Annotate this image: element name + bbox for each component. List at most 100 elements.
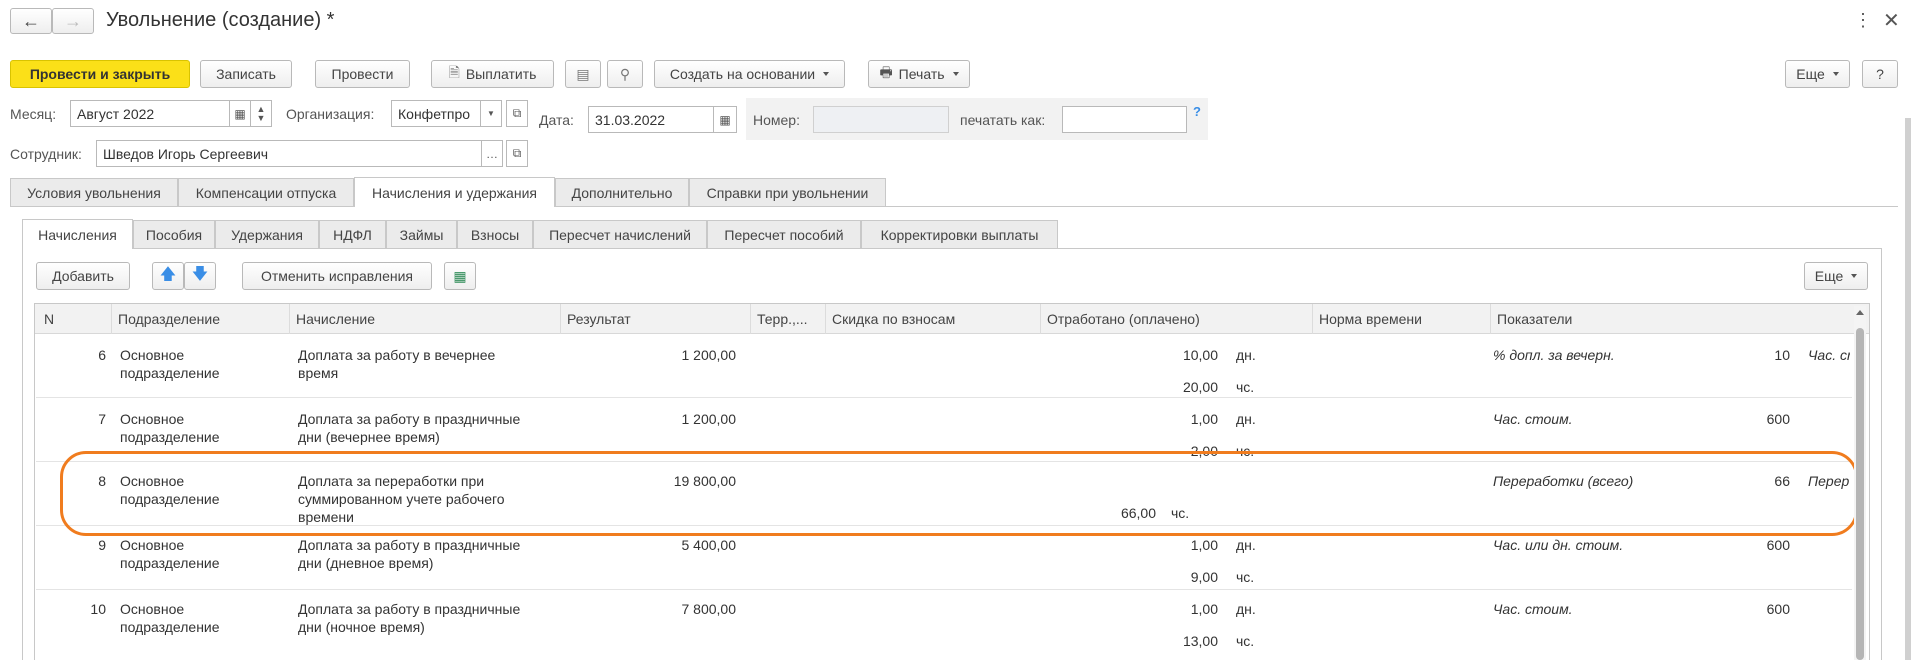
tab-dismissal-certificates[interactable]: Справки при увольнении [689, 178, 886, 206]
add-button[interactable]: Добавить [36, 262, 130, 290]
scroll-up-icon[interactable] [1856, 310, 1864, 315]
number-field[interactable] [813, 106, 949, 133]
date-calendar-button[interactable]: ▦ [713, 106, 737, 133]
col-department[interactable]: Подразделение [112, 304, 290, 334]
table-settings-button[interactable]: ▦ [444, 262, 476, 290]
org-label: Организация: [286, 106, 375, 122]
kebab-menu-icon[interactable]: ⋮ [1854, 10, 1872, 31]
table-row[interactable]: 10 Основное подразделение Доплата за раб… [36, 590, 1852, 660]
move-down-button[interactable]: 🡇 [184, 262, 216, 290]
subtab-recalc-benefits[interactable]: Пересчет пособий [707, 220, 861, 248]
col-worked[interactable]: Отработано (оплачено) [1041, 304, 1313, 334]
org-dropdown-button[interactable]: ▼ [480, 100, 502, 127]
more-button[interactable]: Еще [1785, 60, 1850, 88]
row-indicator: Час. или дн. стоим. [1493, 537, 1624, 553]
subtab-payment-corrections[interactable]: Корректировки выплаты [861, 220, 1058, 248]
subtab-benefits[interactable]: Пособия [133, 220, 215, 248]
subtab-loans[interactable]: Займы [386, 220, 457, 248]
pay-button[interactable]: 🗎 Выплатить [431, 60, 554, 88]
calendar-icon: ▦ [719, 112, 731, 127]
row-unit: чс. [1236, 633, 1255, 649]
arrow-down-icon: 🡇 [191, 265, 209, 283]
row-result: 5 400,00 [681, 537, 737, 553]
employee-open-button[interactable]: ⧉ [506, 140, 528, 167]
post-close-button[interactable]: Провести и закрыть [10, 60, 190, 88]
help-mark[interactable]: ? [1193, 104, 1201, 119]
post-button[interactable]: Провести [315, 60, 410, 88]
employee-field[interactable]: Шведов Игорь Сергеевич [96, 140, 482, 167]
row-worked-days: 1,00 [1190, 601, 1218, 617]
tab-additional[interactable]: Дополнительно [555, 178, 689, 206]
subtab-ndfl[interactable]: НДФЛ [319, 220, 386, 248]
save-button[interactable]: Записать [200, 60, 292, 88]
row-department: Основное [120, 347, 185, 363]
create-based-button[interactable]: Создать на основании [654, 60, 845, 88]
row-worked-hours: 9,00 [1190, 569, 1218, 585]
main-tabs-line [10, 206, 1898, 207]
table-add-icon: ▦ [453, 267, 467, 284]
month-label: Месяц: [10, 106, 57, 122]
register-icon-button[interactable]: ▤ [565, 60, 601, 88]
table-row[interactable]: 6 Основное подразделение Доплата за рабо… [36, 334, 1852, 398]
attach-icon-button[interactable]: ⚲ [607, 60, 643, 88]
pay-icon: 🗎 [448, 64, 460, 80]
row-unit: дн. [1236, 601, 1256, 617]
row-accrual: Доплата за работу в праздничные [298, 537, 521, 553]
open-icon: ⧉ [512, 146, 522, 160]
month-calendar-button[interactable]: ▦ [229, 100, 251, 127]
chevron-down-icon: ▼ [487, 109, 495, 118]
subtab-contributions[interactable]: Взносы [457, 220, 533, 248]
row-indicator: Час. стоим. [1493, 411, 1573, 427]
row-number: 10 [90, 601, 106, 617]
date-field[interactable]: 31.03.2022 [588, 106, 714, 133]
col-n[interactable]: N [38, 304, 112, 334]
row-department: Основное [120, 601, 185, 617]
row-department: подразделение [120, 429, 220, 445]
subtab-accruals[interactable]: Начисления [22, 219, 133, 249]
window-title: Увольнение (создание) * [106, 9, 335, 31]
forward-button[interactable]: → [52, 8, 94, 34]
subtab-deductions[interactable]: Удержания [215, 220, 319, 248]
row-accrual: дни (ночное время) [298, 619, 425, 635]
scroll-thumb[interactable] [1856, 328, 1864, 660]
col-accrual[interactable]: Начисление [290, 304, 561, 334]
row-indicator-value: 600 [1766, 601, 1790, 617]
close-icon[interactable]: ✕ [1883, 8, 1900, 33]
table-more-button[interactable]: Еще [1804, 262, 1868, 290]
org-field[interactable]: Конфетпро [391, 100, 481, 127]
print-as-field[interactable] [1062, 106, 1187, 133]
table-scrollbar[interactable] [1854, 306, 1866, 660]
print-button[interactable]: 🖶 Печать [868, 60, 970, 88]
col-discount[interactable]: Скидка по взносам [826, 304, 1041, 334]
calendar-icon: ▦ [234, 106, 246, 121]
arrow-up-icon: 🡅 [159, 265, 177, 283]
row-indicator: % допл. за вечерн. [1493, 347, 1615, 363]
org-open-button[interactable]: ⧉ [506, 100, 528, 127]
tab-accruals-deductions[interactable]: Начисления и удержания [354, 177, 555, 207]
row-worked-days: 10,00 [1182, 347, 1218, 363]
cancel-fix-button[interactable]: Отменить исправления [242, 262, 432, 290]
tab-vacation-compensation[interactable]: Компенсации отпуска [178, 178, 354, 206]
employee-label: Сотрудник: [10, 146, 82, 162]
print-as-label: печатать как: [960, 112, 1046, 128]
row-worked-days: 1,00 [1190, 411, 1218, 427]
back-button[interactable]: ← [10, 8, 52, 34]
row-accrual: время [298, 365, 339, 381]
help-button[interactable]: ? [1862, 60, 1898, 88]
employee-select-button[interactable]: … [481, 140, 503, 167]
col-indicators[interactable]: Показатели [1491, 304, 1851, 334]
row-unit: чс. [1236, 379, 1255, 395]
col-territory[interactable]: Терр.,... [751, 304, 826, 334]
row-unit: дн. [1236, 411, 1256, 427]
month-stepper[interactable]: ▲ ▼ [250, 100, 272, 127]
month-field[interactable]: Август 2022 [70, 100, 230, 127]
row-department: подразделение [120, 619, 220, 635]
date-label: Дата: [539, 112, 574, 128]
move-up-button[interactable]: 🡅 [152, 262, 184, 290]
subtab-recalc-accruals[interactable]: Пересчет начислений [533, 220, 707, 248]
col-result[interactable]: Результат [561, 304, 751, 334]
col-norm[interactable]: Норма времени [1313, 304, 1491, 334]
row-unit: дн. [1236, 537, 1256, 553]
tab-dismissal-conditions[interactable]: Условия увольнения [10, 178, 178, 206]
window-scrollbar[interactable] [1905, 118, 1911, 660]
